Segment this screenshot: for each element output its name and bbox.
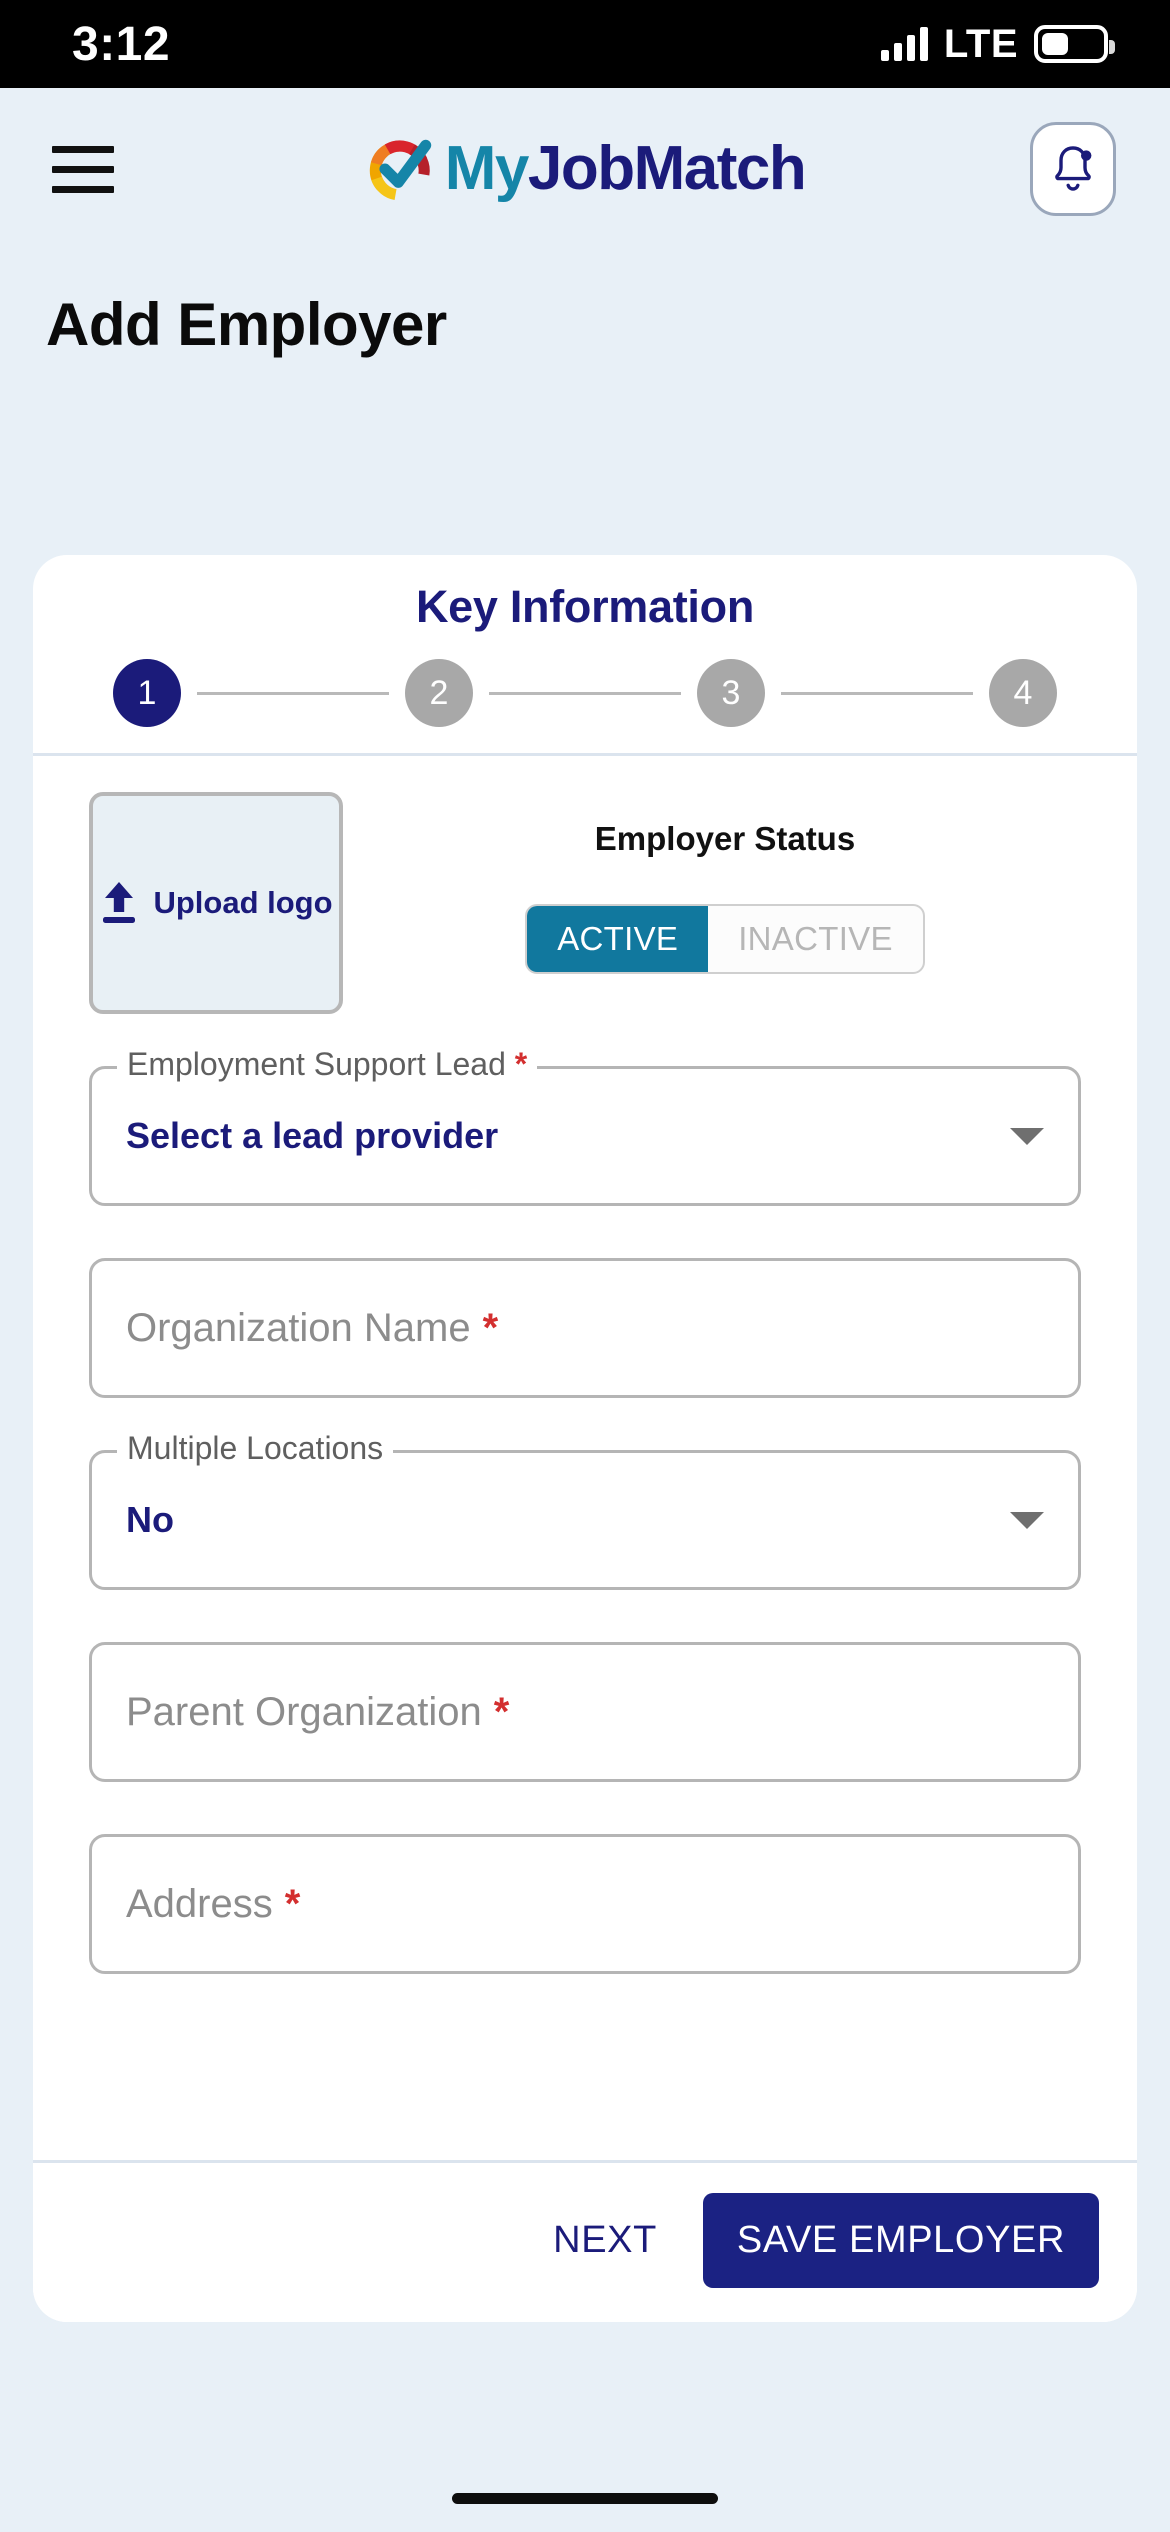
employer-status-section: Employer Status ACTIVE INACTIVE <box>343 792 1107 974</box>
multiple-locations-value: No <box>126 1499 174 1540</box>
page-title: Add Employer <box>46 291 447 358</box>
chevron-down-icon <box>1010 1127 1044 1145</box>
step-2[interactable]: 2 <box>405 659 473 727</box>
save-employer-button[interactable]: SAVE EMPLOYER <box>702 2193 1099 2288</box>
stepper-title: Key Information <box>415 581 755 632</box>
brand-text-jobmatch: JobMatch <box>527 134 807 203</box>
step-3[interactable]: 3 <box>697 659 765 727</box>
employment-support-lead-select[interactable]: Select a lead provider <box>89 1066 1081 1206</box>
organization-name-placeholder: Organization Name <box>126 1305 471 1350</box>
form-card: Key Information 1 2 3 4 Upload logo Empl… <box>33 555 1137 2322</box>
bell-icon <box>1055 146 1092 191</box>
step-connector-2 <box>489 691 681 695</box>
status-inactive-option[interactable]: INACTIVE <box>708 906 923 972</box>
parent-organization-placeholder: Parent Organization <box>126 1689 482 1734</box>
stepper: Key Information 1 2 3 4 <box>33 555 1137 753</box>
status-time: 3:12 <box>72 17 171 71</box>
brand-text-my: My <box>444 134 530 203</box>
next-button[interactable]: NEXT <box>525 2199 685 2282</box>
step-4[interactable]: 4 <box>989 659 1057 727</box>
form-scroll-area[interactable]: Upload logo Employer Status ACTIVE INACT… <box>33 753 1137 2160</box>
employment-support-lead-label: Employment Support Lead * <box>117 1046 538 1083</box>
phone-screen: 3:12 LTE MyJobMatch Add Employer Key Inf… <box>0 0 1170 2532</box>
required-asterisk: * <box>493 1689 510 1734</box>
chevron-down-icon <box>1010 1511 1044 1529</box>
employment-support-lead-field: Employment Support Lead * Select a lead … <box>89 1046 1081 1206</box>
hamburger-menu-icon[interactable] <box>52 145 114 193</box>
upload-logo-label: Upload logo <box>153 885 333 920</box>
status-bar: 3:12 LTE <box>0 0 1170 88</box>
multiple-locations-label: Multiple Locations <box>117 1430 394 1467</box>
brand-logo: MyJobMatch <box>0 88 1170 250</box>
address-input[interactable]: Address * <box>89 1834 1081 1974</box>
organization-name-field: Organization Name * <box>89 1258 1081 1398</box>
multiple-locations-select[interactable]: No <box>89 1450 1081 1590</box>
brand-text: MyJobMatch <box>445 138 807 200</box>
address-field: Address * <box>89 1834 1081 1974</box>
stepper-track: 1 2 3 4 <box>33 633 1137 753</box>
step-connector-3 <box>781 691 973 695</box>
upload-arrow-icon <box>103 882 136 923</box>
step-1[interactable]: 1 <box>113 659 181 727</box>
logo-and-status-row: Upload logo Employer Status ACTIVE INACT… <box>63 792 1107 1014</box>
employment-support-lead-value: Select a lead provider <box>126 1115 499 1156</box>
required-asterisk: * <box>284 1881 301 1926</box>
status-active-option[interactable]: ACTIVE <box>527 906 709 972</box>
upload-logo-dropzone[interactable]: Upload logo <box>89 792 343 1014</box>
network-type-label: LTE <box>943 21 1018 66</box>
parent-organization-field: Parent Organization * <box>89 1642 1081 1782</box>
employer-status-toggle: ACTIVE INACTIVE <box>525 904 925 974</box>
battery-icon <box>1034 25 1115 63</box>
step-connector-1 <box>197 691 389 695</box>
app-header: MyJobMatch <box>0 88 1170 250</box>
form-actions: NEXT SAVE EMPLOYER <box>33 2160 1137 2322</box>
required-asterisk: * <box>514 1046 528 1082</box>
organization-name-input[interactable]: Organization Name * <box>89 1258 1081 1398</box>
address-placeholder: Address <box>126 1881 273 1926</box>
multiple-locations-field: Multiple Locations No <box>89 1430 1081 1590</box>
status-indicators: LTE <box>880 21 1115 67</box>
myjobmatch-logo-icon <box>369 139 431 201</box>
parent-organization-input[interactable]: Parent Organization * <box>89 1642 1081 1782</box>
home-indicator <box>452 2493 718 2504</box>
notifications-button[interactable] <box>1030 122 1116 216</box>
required-asterisk: * <box>482 1305 499 1350</box>
signal-bars-icon <box>880 27 928 61</box>
employer-status-title: Employer Status <box>594 820 856 857</box>
